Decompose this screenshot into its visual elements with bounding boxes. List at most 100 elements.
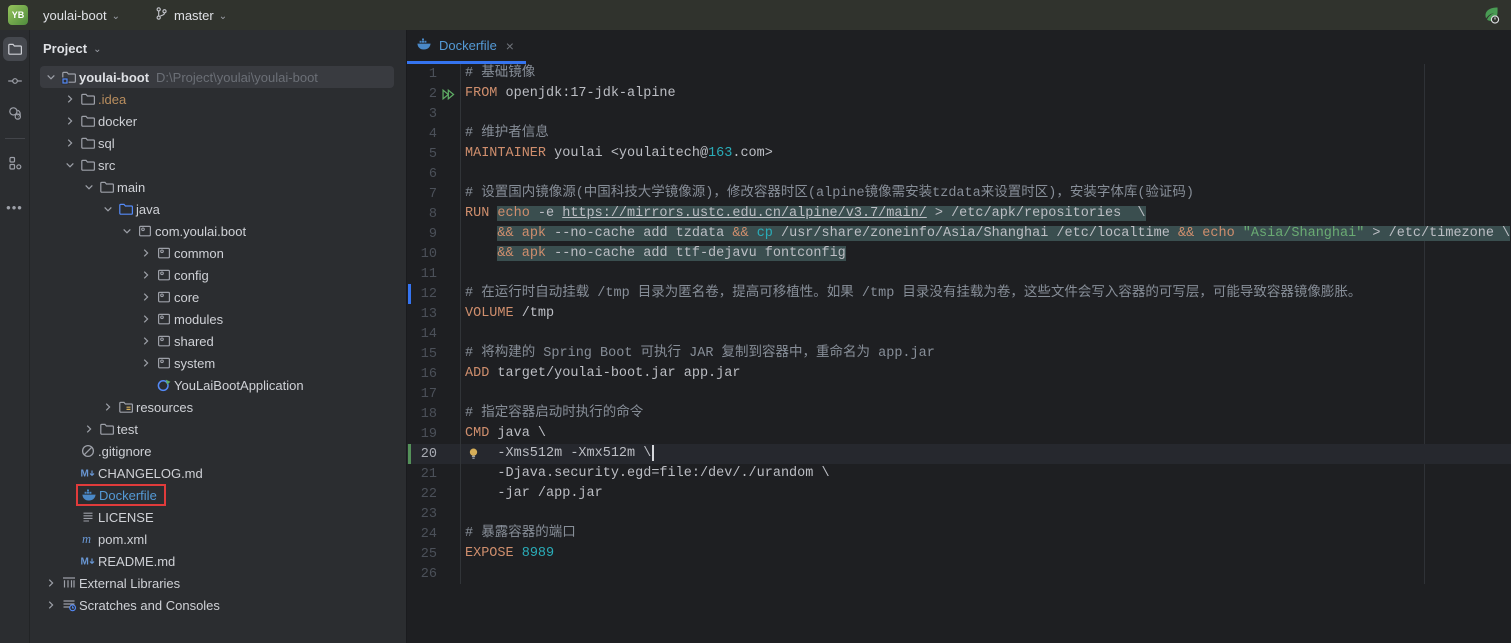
tree-row-readme-md[interactable]: M README.md (30, 550, 406, 572)
tree-row-modules[interactable]: modules (30, 308, 406, 330)
code-line[interactable]: 12 # 在运行时自动挂载 /tmp 目录为匿名卷，提高可移植性。如果 /tmp … (407, 284, 1511, 304)
code-line[interactable]: 25 EXPOSE 8989 (407, 544, 1511, 564)
project-tool-icon[interactable] (2, 37, 27, 61)
close-icon[interactable]: × (504, 38, 516, 54)
gutter-cell[interactable]: 15 (407, 344, 461, 364)
code-line[interactable]: 19 CMD java \ (407, 424, 1511, 444)
code-line[interactable]: 17 (407, 384, 1511, 404)
code-line[interactable]: 24 # 暴露容器的端口 (407, 524, 1511, 544)
tree-row-youlaibootapplication[interactable]: YouLaiBootApplication (30, 374, 406, 396)
tree-row-config[interactable]: config (30, 264, 406, 286)
code-line[interactable]: 11 (407, 264, 1511, 284)
tree-row-pom-xml[interactable]: m pom.xml (30, 528, 406, 550)
chevron-right-icon[interactable] (61, 113, 78, 129)
chevron-down-icon[interactable] (118, 223, 135, 239)
gutter-cell[interactable]: 22 (407, 484, 461, 504)
gutter-cell[interactable]: 1 (407, 64, 461, 84)
tree-row-java[interactable]: java (30, 198, 406, 220)
chevron-down-icon[interactable] (42, 69, 59, 85)
tree-row-system[interactable]: system (30, 352, 406, 374)
gutter-cell[interactable]: 3 (407, 104, 461, 124)
code-line[interactable]: 20 -Xms512m -Xmx512m \ (407, 444, 1511, 464)
more-tools-icon[interactable]: ••• (3, 195, 27, 219)
chevron-down-icon[interactable] (61, 157, 78, 173)
gutter-cell[interactable]: 25 (407, 544, 461, 564)
code-line[interactable]: 6 (407, 164, 1511, 184)
gutter-cell[interactable]: 2 (407, 84, 461, 104)
chevron-right-icon[interactable] (61, 135, 78, 151)
chevron-right-icon[interactable] (80, 421, 97, 437)
tree-row-core[interactable]: core (30, 286, 406, 308)
code-line[interactable]: 7 # 设置国内镜像源(中国科技大学镜像源)，修改容器时区(alpine镜像需安装… (407, 184, 1511, 204)
code-line[interactable]: 1 # 基础镜像 (407, 64, 1511, 84)
gutter-cell[interactable]: 23 (407, 504, 461, 524)
gutter-cell[interactable]: 16 (407, 364, 461, 384)
gutter-cell[interactable]: 5 (407, 144, 461, 164)
structure-tool-icon[interactable] (3, 151, 27, 175)
chevron-right-icon[interactable] (137, 355, 154, 371)
tree-row-sql[interactable]: sql (30, 132, 406, 154)
tree-row-test[interactable]: test (30, 418, 406, 440)
code-area[interactable]: 1 # 基础镜像 2 FROM openjdk:17-jdk-alpine 3 4 # 维护… (407, 64, 1511, 584)
code-line[interactable]: 10 && apk --no-cache add ttf-dejavu font… (407, 244, 1511, 264)
code-line[interactable]: 3 (407, 104, 1511, 124)
gutter-cell[interactable]: 11 (407, 264, 461, 284)
tree-row-license[interactable]: LICENSE (30, 506, 406, 528)
tree-row-external-libraries[interactable]: External Libraries (30, 572, 406, 594)
gutter-cell[interactable]: 6 (407, 164, 461, 184)
gutter-cell[interactable]: 18 (407, 404, 461, 424)
code-line[interactable]: 8 RUN echo -e https://mirrors.ustc.edu.cn… (407, 204, 1511, 224)
tree-row-com-youlai-boot[interactable]: com.youlai.boot (30, 220, 406, 242)
code-line[interactable]: 2 FROM openjdk:17-jdk-alpine (407, 84, 1511, 104)
tree-row-src[interactable]: src (30, 154, 406, 176)
code-line[interactable]: 13 VOLUME /tmp (407, 304, 1511, 324)
run-file-icon[interactable] (437, 87, 459, 102)
chevron-right-icon[interactable] (61, 91, 78, 107)
tree-row-docker[interactable]: docker (30, 110, 406, 132)
tree-row-shared[interactable]: shared (30, 330, 406, 352)
chevron-right-icon[interactable] (137, 333, 154, 349)
code-line[interactable]: 16 ADD target/youlai-boot.jar app.jar (407, 364, 1511, 384)
tree-row-common[interactable]: common (30, 242, 406, 264)
code-line[interactable]: 18 # 指定容器启动时执行的命令 (407, 404, 1511, 424)
tree-row-dockerfile[interactable]: Dockerfile (30, 484, 406, 506)
gutter-cell[interactable]: 8 (407, 204, 461, 224)
gutter-cell[interactable]: 14 (407, 324, 461, 344)
gutter-cell[interactable]: 10 (407, 244, 461, 264)
branch-selector[interactable]: master ⌄ (148, 3, 233, 27)
tree-row-scratches-and-consoles[interactable]: Scratches and Consoles (30, 594, 406, 616)
tree-row-resources[interactable]: resources (30, 396, 406, 418)
gutter-cell[interactable]: 24 (407, 524, 461, 544)
project-selector[interactable]: youlai-boot ⌄ (37, 5, 126, 26)
chevron-right-icon[interactable] (137, 289, 154, 305)
code-line[interactable]: 22 -jar /app.jar (407, 484, 1511, 504)
chevron-right-icon[interactable] (42, 575, 59, 591)
gutter-cell[interactable]: 17 (407, 384, 461, 404)
chevron-down-icon[interactable] (99, 201, 116, 217)
chevron-right-icon[interactable] (137, 245, 154, 261)
chevron-right-icon[interactable] (137, 311, 154, 327)
chevron-down-icon[interactable] (80, 179, 97, 195)
code-line[interactable]: 14 (407, 324, 1511, 344)
gutter-cell[interactable]: 4 (407, 124, 461, 144)
gutter-cell[interactable]: 19 (407, 424, 461, 444)
code-line[interactable]: 9 && apk --no-cache add tzdata && cp /us… (407, 224, 1511, 244)
code-line[interactable]: 4 # 维护者信息 (407, 124, 1511, 144)
chevron-right-icon[interactable] (99, 399, 116, 415)
code-line[interactable]: 5 MAINTAINER youlai <youlaitech@163.com> (407, 144, 1511, 164)
pull-requests-tool-icon[interactable]: ? (3, 101, 27, 125)
code-line[interactable]: 21 -Djava.security.egd=file:/dev/./urand… (407, 464, 1511, 484)
tree-row-youlai-boot[interactable]: youlai-boot D:\Project\youlai\youlai-boot (30, 66, 406, 88)
code-line[interactable]: 15 # 将构建的 Spring Boot 可执行 JAR 复制到容器中，重命名为… (407, 344, 1511, 364)
chevron-right-icon[interactable] (137, 267, 154, 283)
tree-row-changelog-md[interactable]: M CHANGELOG.md (30, 462, 406, 484)
gutter-cell[interactable]: 12 (407, 284, 461, 304)
gutter-cell[interactable]: 21 (407, 464, 461, 484)
code-line[interactable]: 23 (407, 504, 1511, 524)
tab-dockerfile[interactable]: Dockerfile × (407, 30, 526, 64)
gutter-cell[interactable]: 26 (407, 564, 461, 584)
gutter-cell[interactable]: 7 (407, 184, 461, 204)
tree-row-idea[interactable]: .idea (30, 88, 406, 110)
gutter-cell[interactable]: 20 (407, 444, 461, 464)
code-line[interactable]: 26 (407, 564, 1511, 584)
